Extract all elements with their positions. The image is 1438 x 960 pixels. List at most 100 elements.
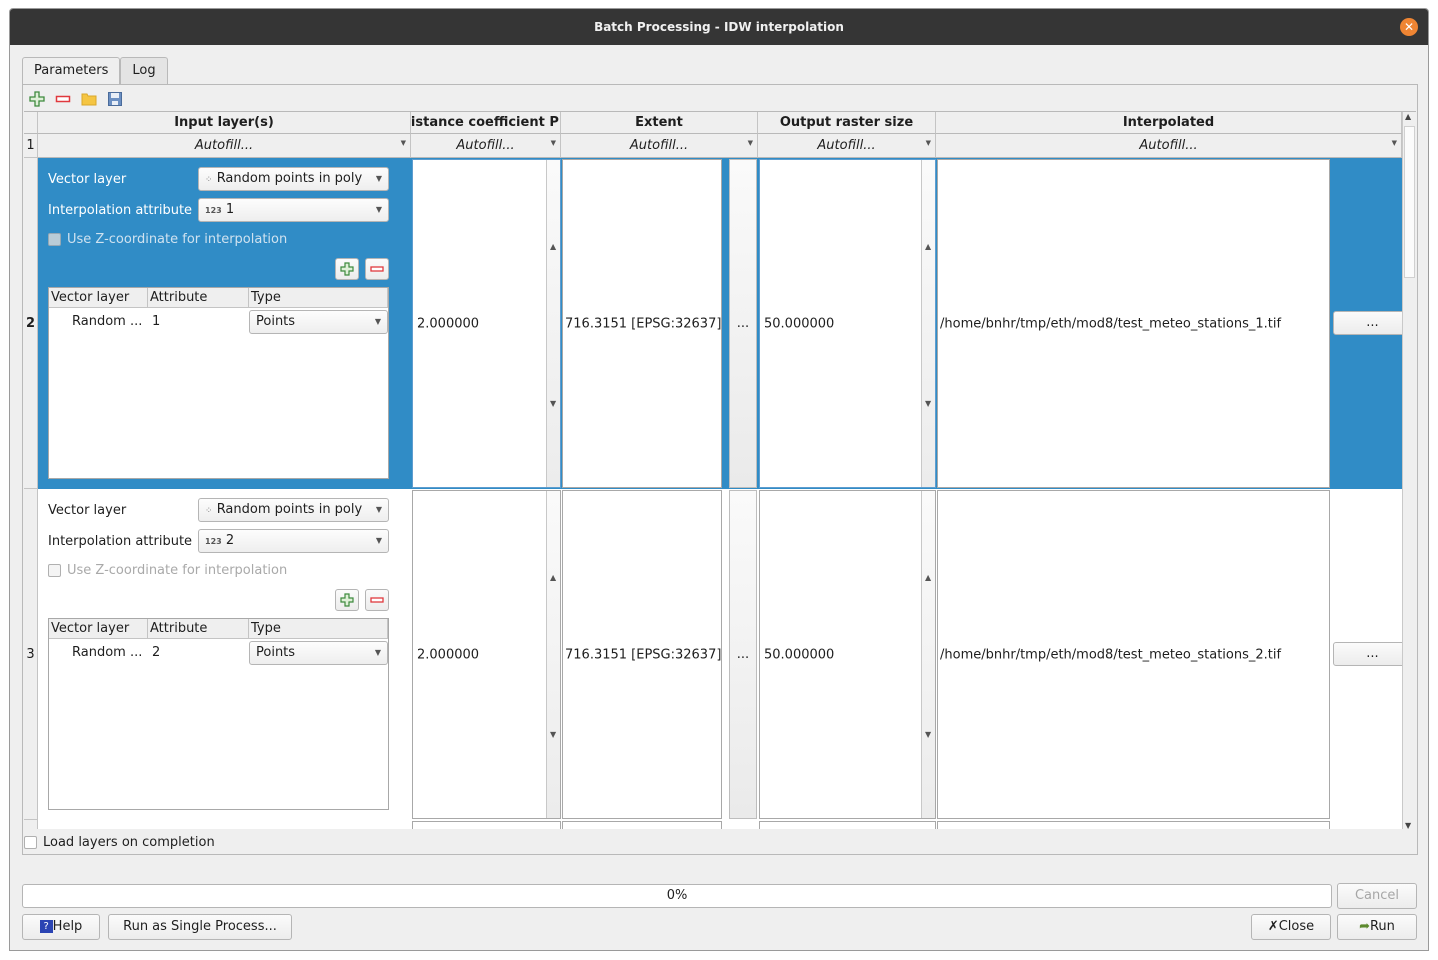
window-close-icon[interactable]: ✕ (1400, 18, 1418, 36)
distance-coefficient-spinbox[interactable]: 2.000000 ▲ ▼ (412, 490, 561, 819)
extent-options-button[interactable]: ... (729, 490, 757, 819)
extent-field[interactable] (562, 821, 722, 829)
subtable-header: Type (249, 288, 388, 308)
browse-output-button[interactable]: ... (1333, 311, 1412, 335)
distance-coefficient-spinbox[interactable]: 2.000000 ▲ ▼ (412, 159, 561, 488)
use-z-checkbox[interactable] (48, 564, 61, 577)
spin-buttons[interactable]: ▲ ▼ (546, 160, 560, 487)
autofill-input-layers[interactable]: Autofill... ▼ (38, 134, 411, 158)
interpolation-attribute-combo[interactable]: 123 1 ▼ (198, 198, 389, 222)
add-layer-button[interactable] (335, 258, 359, 280)
subtable-attribute[interactable]: 2 (152, 645, 160, 660)
spin-up-icon[interactable]: ▲ (925, 242, 931, 251)
minus-icon (370, 597, 384, 603)
vector-layer-combo[interactable]: ⁘ Random points in poly ▼ (198, 167, 389, 191)
autofill-extent[interactable]: Autofill... ▼ (561, 134, 758, 158)
use-z-label: Use Z-coordinate for interpolation (67, 563, 288, 578)
spin-buttons[interactable]: ▲ ▼ (546, 491, 560, 818)
column-header-distance-coefficient[interactable]: Distance coefficient P (411, 112, 561, 134)
chevron-down-icon: ▼ (375, 205, 382, 214)
geometry-type-combo[interactable]: Points ▼ (249, 310, 388, 334)
chevron-down-icon: ▼ (375, 505, 382, 514)
output-raster-size-spinbox[interactable] (759, 821, 936, 829)
vector-layer-combo[interactable]: ⁘ Random points in poly ▼ (198, 498, 389, 522)
output-file-field[interactable]: /home/bnhr/tmp/eth/mod8/test_meteo_stati… (937, 159, 1330, 488)
interpolation-attribute-combo[interactable]: 123 2 ▼ (198, 529, 389, 553)
autofill-label: Autofill... (194, 138, 254, 153)
table-vertical-scrollbar[interactable]: ▲ ▼ (1402, 112, 1416, 829)
spin-up-icon[interactable]: ▲ (550, 242, 556, 251)
numeric-field-icon: 123 (205, 537, 222, 546)
add-layer-button[interactable] (335, 589, 359, 611)
spin-down-icon[interactable]: ▼ (925, 399, 931, 408)
row-number (24, 820, 38, 829)
remove-row-icon[interactable] (54, 90, 72, 108)
add-row-icon[interactable] (28, 90, 46, 108)
input-layer-cell: Vector layer ⁘ Random points in poly ▼ I… (38, 489, 411, 820)
input-layer-cell: Vector layer ⁘ Random points in poly ▼ I… (38, 158, 411, 489)
subtable-layer-name[interactable]: Random ... (72, 645, 142, 660)
cancel-button[interactable]: Cancel (1337, 883, 1417, 909)
distance-coefficient-spinbox[interactable] (412, 821, 561, 829)
subtable-header: Type (249, 619, 388, 639)
autofill-distance-coefficient[interactable]: Autofill... ▼ (411, 134, 561, 158)
tab-bar: Parameters Log (22, 57, 168, 85)
spin-down-icon[interactable]: ▼ (550, 399, 556, 408)
column-header-input-layers[interactable]: Input layer(s) (38, 112, 411, 134)
batch-table: Input layer(s) Distance coefficient P Ex… (24, 111, 1416, 829)
progress-bar: 0% (22, 884, 1332, 908)
close-button[interactable]: ✗Close (1251, 914, 1331, 940)
autofill-interpolated[interactable]: Autofill... ▼ (936, 134, 1402, 158)
chevron-down-icon: ▼ (747, 139, 753, 147)
output-raster-size-spinbox[interactable]: 50.000000 ▲ ▼ (759, 159, 936, 488)
browse-output-button[interactable]: ... (1333, 642, 1412, 666)
autofill-label: Autofill... (1139, 138, 1198, 153)
window-title: Batch Processing - IDW interpolation (594, 20, 844, 34)
open-folder-icon[interactable] (80, 90, 98, 108)
extent-options-button[interactable]: ... (729, 159, 757, 488)
autofill-label: Autofill... (629, 138, 689, 153)
row-number[interactable]: 3 (24, 489, 38, 820)
spin-up-icon[interactable]: ▲ (550, 573, 556, 582)
spin-down-icon[interactable]: ▼ (550, 730, 556, 739)
chevron-down-icon: ▼ (374, 317, 381, 326)
chevron-down-icon: ▼ (550, 139, 556, 147)
spin-down-icon[interactable]: ▼ (925, 730, 931, 739)
help-button[interactable]: ? Help (22, 914, 100, 940)
row-number[interactable]: 2 (24, 158, 38, 489)
scroll-down-icon[interactable]: ▼ (1405, 821, 1411, 829)
output-raster-size-spinbox[interactable]: 50.000000 ▲ ▼ (759, 490, 936, 819)
autofill-output-raster-size[interactable]: Autofill... ▼ (758, 134, 936, 158)
autofill-label: Autofill... (456, 138, 515, 153)
column-header-extent[interactable]: Extent (561, 112, 758, 134)
save-icon[interactable] (106, 90, 124, 108)
scrollbar-thumb[interactable] (1404, 126, 1415, 278)
use-z-checkbox[interactable] (48, 233, 61, 246)
tab-parameters[interactable]: Parameters (22, 57, 121, 85)
run-button[interactable]: ➦Run (1337, 914, 1417, 940)
geometry-type-combo[interactable]: Points ▼ (249, 641, 388, 665)
load-layers-checkbox[interactable] (24, 836, 37, 849)
column-header-output-raster-size[interactable]: Output raster size (758, 112, 936, 134)
batch-toolbar (28, 89, 124, 109)
scroll-up-icon[interactable]: ▲ (1405, 112, 1411, 121)
spin-buttons[interactable]: ▲ ▼ (921, 160, 935, 487)
extent-field[interactable]: 716.3151 [EPSG:32637] (562, 490, 722, 819)
run-single-process-button[interactable]: Run as Single Process... (108, 914, 292, 940)
extent-field[interactable]: 716.3151 [EPSG:32637] (562, 159, 722, 488)
remove-layer-button[interactable] (365, 589, 389, 611)
subtable-attribute[interactable]: 1 (152, 314, 160, 329)
output-file-field[interactable] (937, 821, 1330, 829)
chevron-down-icon: ▼ (1391, 139, 1397, 147)
remove-layer-button[interactable] (365, 258, 389, 280)
spin-buttons[interactable]: ▲ ▼ (921, 491, 935, 818)
spin-up-icon[interactable]: ▲ (925, 573, 931, 582)
output-file-field[interactable]: /home/bnhr/tmp/eth/mod8/test_meteo_stati… (937, 490, 1330, 819)
tab-log[interactable]: Log (120, 57, 168, 84)
column-header-interpolated[interactable]: Interpolated (936, 112, 1402, 134)
vector-layer-label: Vector layer (48, 503, 127, 518)
help-icon: ? (39, 920, 53, 933)
row-number: 1 (24, 134, 38, 158)
subtable-layer-name[interactable]: Random ... (72, 314, 142, 329)
autofill-label: Autofill... (817, 138, 876, 153)
